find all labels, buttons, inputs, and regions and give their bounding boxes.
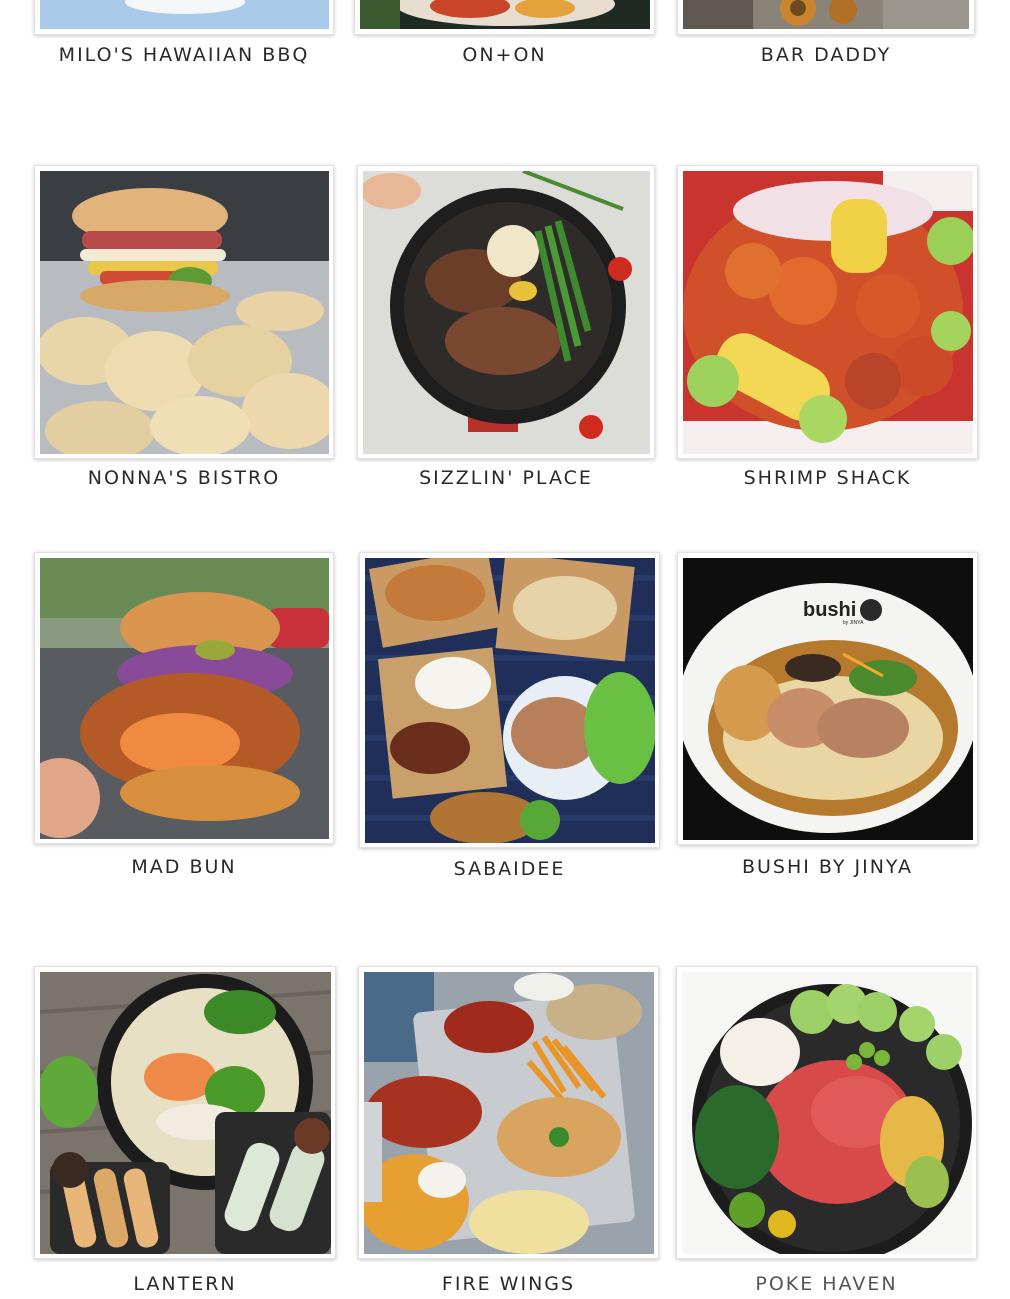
restaurant-card-lantern[interactable]: LANTERN (34, 966, 336, 1299)
fried-chicken-sandwich-photo (40, 558, 329, 839)
restaurant-card-on-on[interactable]: ON+ON (354, 0, 655, 70)
restaurant-name: FIRE WINGS (441, 1273, 576, 1295)
plate-lunch-photo (40, 0, 329, 29)
wings-fries-tray-photo (364, 972, 654, 1254)
shrimp-boil-photo (683, 171, 973, 454)
korean-platter-photo (360, 0, 650, 29)
restaurant-card-sabaidee[interactable]: SABAIDEE (359, 552, 660, 882)
restaurant-name: LANTERN (133, 1273, 237, 1295)
restaurant-name: BAR DADDY (760, 44, 892, 66)
restaurant-name: POKE HAVEN (755, 1273, 898, 1295)
pho-spring-rolls-photo (40, 972, 331, 1254)
onion-rings-photo (683, 0, 969, 29)
bowl-logo-subtext: by JINYA (843, 620, 864, 626)
restaurant-name: MAD BUN (131, 856, 237, 878)
restaurant-card-fire-wings[interactable]: FIRE WINGS (358, 966, 659, 1299)
restaurant-card-nonnas-bistro[interactable]: NONNA'S BISTRO (34, 165, 334, 495)
restaurant-card-bar-daddy[interactable]: BAR DADDY (677, 0, 975, 70)
poke-bowl-photo (682, 972, 972, 1254)
restaurant-name: SHRIMP SHACK (743, 467, 912, 489)
restaurant-name: ON+ON (462, 44, 547, 66)
restaurant-card-shrimp-shack[interactable]: SHRIMP SHACK (677, 165, 978, 495)
steak-skillet-photo (363, 171, 650, 454)
restaurant-card-sizzlin-place[interactable]: SIZZLIN' PLACE (357, 165, 655, 495)
restaurant-name: SIZZLIN' PLACE (419, 467, 593, 489)
restaurant-name: SABAIDEE (453, 858, 566, 880)
restaurant-card-mad-bun[interactable]: MAD BUN (34, 552, 334, 882)
sandwich-chips-photo (40, 171, 329, 454)
restaurant-name: NONNA'S BISTRO (87, 467, 281, 489)
restaurant-card-poke-haven[interactable]: POKE HAVEN (676, 966, 977, 1299)
bowl-logo-text: bushi (803, 599, 856, 621)
restaurant-grid: MILO'S HAWAIIAN BBQ ON+ON BAR DADDY NONN… (0, 0, 1010, 1299)
thai-spread-photo (365, 558, 655, 843)
restaurant-card-milos[interactable]: MILO'S HAWAIIAN BBQ (34, 0, 334, 70)
restaurant-name: MILO'S HAWAIIAN BBQ (58, 44, 310, 66)
restaurant-name: BUSHI BY JINYA (741, 856, 914, 878)
ramen-bowl-photo: bushi by JINYA (683, 558, 973, 840)
restaurant-card-bushi-by-jinya[interactable]: bushi by JINYA BUSHI BY JINYA (677, 552, 978, 882)
